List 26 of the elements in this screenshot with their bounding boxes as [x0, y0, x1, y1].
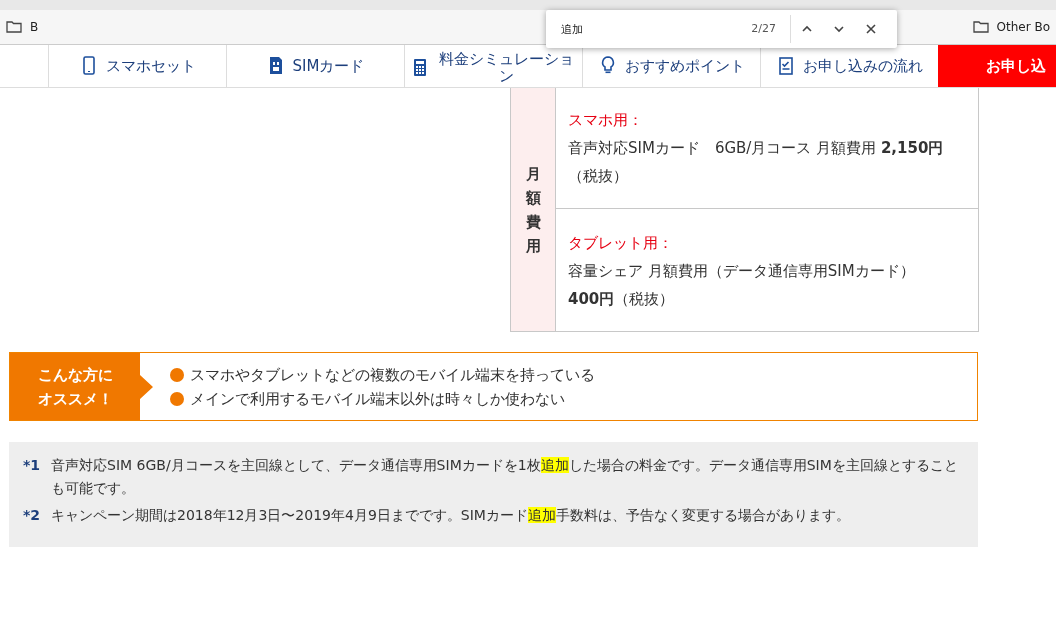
bookmark-folder[interactable]: B [0, 19, 45, 35]
row-header: 月額費用 [525, 163, 541, 257]
note-mark: *2 [23, 506, 42, 525]
other-bookmarks[interactable]: Other Bo [966, 19, 1056, 35]
price-text: 音声対応SIMカード 6GB/月コース 月額費用 2,150円（税抜） [568, 138, 945, 187]
note-mark: *1 [23, 456, 42, 475]
apply-button[interactable]: お申し込 [938, 45, 1056, 87]
nav-link[interactable]: スマホセット [48, 45, 226, 87]
find-input[interactable]: 追加 [546, 21, 752, 37]
recommend-text: スマホやタブレットなどの複数のモバイル端末を持っている [190, 364, 595, 386]
recommend-text: メインで利用するモバイル端末以外は時々しか使わない [190, 388, 565, 410]
folder-icon [972, 19, 989, 35]
folder-icon [6, 19, 22, 35]
bullet-icon [170, 391, 184, 406]
close-icon [864, 22, 878, 36]
nav-link[interactable]: SIMカード [226, 45, 404, 87]
match-count: 2/27 [751, 15, 791, 43]
note-text: 音声対応SIM 6GB/月コースを主回線として、データ通信専用SIMカードを1枚追加 した場合の料金です。データ通信専用SIMを主回線とすることも可能です。 [51, 456, 959, 498]
plan-title: スマホ用： [568, 110, 644, 131]
checklist-icon [776, 56, 795, 76]
recommend-label: こんな方に オススメ！ [10, 353, 153, 420]
plan-title: タブレット用： [568, 233, 674, 254]
price-text: 容量シェア 月額費用（データ通信専用SIMカード） [568, 261, 916, 282]
bullet-icon [170, 367, 184, 382]
note-text: キャンペーン期間は2018年12月3日〜2019年4月9日までです。SIMカード追加手数料は、予告なく変更する場合があります。 [51, 506, 850, 525]
price-text: 400円（税抜） [568, 289, 676, 310]
